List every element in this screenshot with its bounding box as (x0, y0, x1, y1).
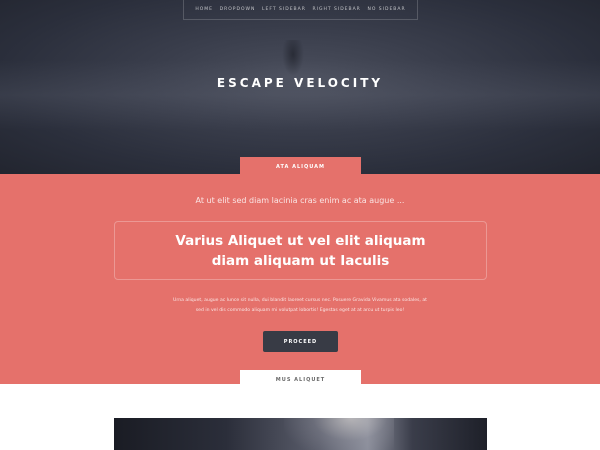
banner-tab-label: ATA ALIQUAM (240, 157, 361, 177)
proceed-button[interactable]: PROCEED (263, 331, 338, 352)
headline-line-2: diam aliquam ut Iaculis (211, 252, 390, 269)
nav-item-dropdown[interactable]: DROPDOWN (220, 7, 256, 12)
nav-item-left-sidebar[interactable]: LEFT SIDEBAR (262, 7, 306, 12)
headline-line-1: Varius Aliquet ut vel elit aliquam (175, 232, 426, 249)
section-tab-label: MUS ALIQUET (240, 370, 361, 392)
photo-highlight (284, 418, 394, 450)
nav-item-no-sidebar[interactable]: NO SIDEBAR (367, 7, 405, 12)
featured-photo (114, 418, 487, 450)
body-line-1: Urna aliquet, augue ac lunce sit nulla, … (173, 298, 427, 303)
headline-box: Varius Aliquet ut vel elit aliquam diam … (114, 221, 487, 280)
nav-item-home[interactable]: HOME (195, 7, 213, 12)
banner-body-text: Urna aliquet, augue ac lunce sit nulla, … (150, 296, 450, 316)
main-nav: HOME DROPDOWN LEFT SIDEBAR RIGHT SIDEBAR… (183, 0, 418, 20)
banner-intro: At ut elit sed diam lacinia cras enim ac… (195, 196, 405, 205)
site-title[interactable]: ESCAPE VELOCITY (0, 76, 600, 90)
body-line-2: sed in vel dis commodo aliquam mi volutp… (195, 308, 405, 313)
nav-item-right-sidebar[interactable]: RIGHT SIDEBAR (313, 7, 361, 12)
hero-background-figure (282, 40, 304, 76)
hero-header: HOME DROPDOWN LEFT SIDEBAR RIGHT SIDEBAR… (0, 0, 600, 174)
